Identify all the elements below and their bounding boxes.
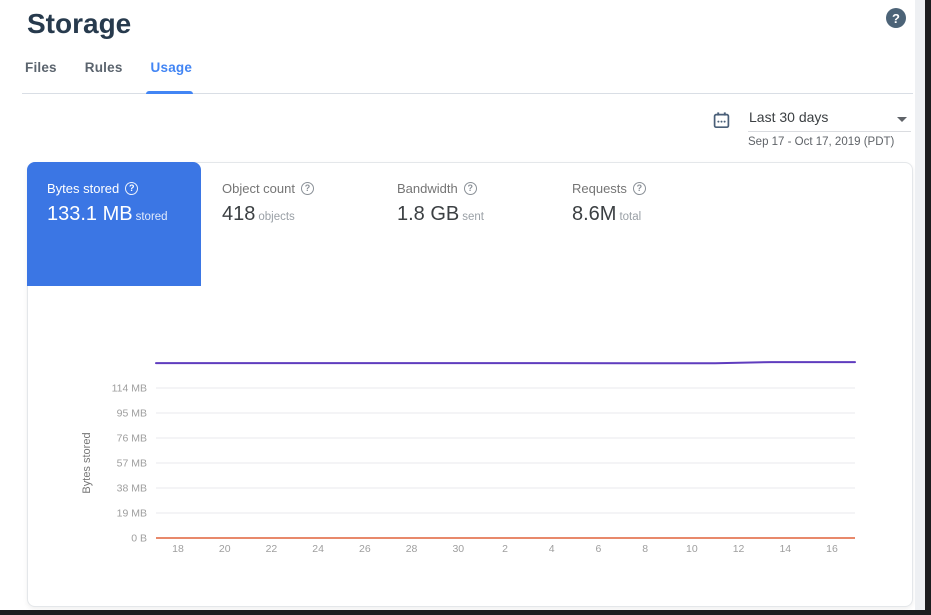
tab-bar: Files Rules Usage (25, 60, 192, 85)
x-tick-label: 22 (266, 543, 278, 555)
x-tick-label: 30 (452, 543, 464, 555)
tab-usage[interactable]: Usage (151, 60, 193, 85)
window-edge-bottom (0, 610, 931, 615)
x-tick-label: 2 (502, 543, 508, 555)
date-range-select[interactable]: Last 30 days (749, 109, 828, 125)
x-tick-label: 18 (172, 543, 184, 555)
stat-suffix: total (619, 211, 641, 223)
usage-chart: 114 MB95 MB76 MB57 MB38 MB19 MB0 B182022… (41, 341, 901, 566)
y-tick-label: 114 MB (112, 383, 147, 395)
x-tick-label: 20 (219, 543, 231, 555)
stat-requests[interactable]: Requests ? 8.6Mtotal (572, 181, 646, 226)
date-range-detail: Sep 17 - Oct 17, 2019 (PDT) (748, 136, 894, 148)
stat-label: Object count (222, 181, 295, 196)
help-circle-icon[interactable]: ? (125, 182, 138, 195)
stat-bytes-stored[interactable]: Bytes stored ? 133.1 MBstored (27, 162, 201, 286)
y-tick-label: 95 MB (117, 408, 147, 420)
stat-label: Bytes stored (47, 181, 119, 196)
help-circle-icon[interactable]: ? (464, 182, 477, 195)
y-tick-label: 76 MB (117, 433, 147, 445)
x-tick-label: 24 (312, 543, 324, 555)
y-tick-label: 19 MB (117, 508, 147, 520)
stat-object-count[interactable]: Object count ? 418objects (222, 181, 314, 226)
help-circle-icon[interactable]: ? (633, 182, 646, 195)
calendar-icon (712, 111, 731, 130)
y-tick-label: 38 MB (117, 483, 147, 495)
storage-usage-page: Storage ? Files Rules Usage Last 30 days… (0, 0, 931, 615)
y-axis-label: Bytes stored (81, 432, 93, 493)
x-tick-label: 26 (359, 543, 371, 555)
page-title: Storage (27, 8, 131, 40)
x-tick-label: 4 (549, 543, 555, 555)
stat-label: Bandwidth (397, 181, 458, 196)
y-tick-label: 0 B (131, 533, 147, 545)
date-range-underline (748, 131, 911, 132)
x-tick-label: 28 (406, 543, 418, 555)
tab-rules[interactable]: Rules (85, 60, 123, 85)
window-edge-right (925, 0, 931, 615)
x-tick-label: 16 (826, 543, 838, 555)
active-tab-indicator (146, 91, 193, 94)
y-tick-label: 57 MB (117, 458, 147, 470)
stat-value: 8.6M (572, 203, 616, 225)
x-tick-label: 10 (686, 543, 698, 555)
stat-value: 1.8 GB (397, 203, 459, 225)
x-tick-label: 12 (733, 543, 745, 555)
stat-suffix: stored (136, 211, 168, 223)
x-tick-label: 8 (642, 543, 648, 555)
stat-value: 133.1 MB (47, 203, 133, 225)
help-button[interactable]: ? (886, 8, 906, 28)
usage-card: Bytes stored ? 133.1 MBstored Object cou… (27, 162, 913, 607)
help-circle-icon[interactable]: ? (301, 182, 314, 195)
stat-label: Requests (572, 181, 627, 196)
series-line-bytes-stored (156, 362, 855, 363)
scroll-gutter[interactable] (915, 0, 925, 615)
x-tick-label: 6 (596, 543, 602, 555)
stat-suffix: objects (258, 211, 294, 223)
stat-bandwidth[interactable]: Bandwidth ? 1.8 GBsent (397, 181, 484, 226)
help-question-icon: ? (892, 11, 900, 26)
chevron-down-icon[interactable] (897, 117, 907, 122)
x-tick-label: 14 (779, 543, 791, 555)
stat-value: 418 (222, 203, 255, 225)
tab-files[interactable]: Files (25, 60, 57, 85)
stat-suffix: sent (462, 211, 484, 223)
